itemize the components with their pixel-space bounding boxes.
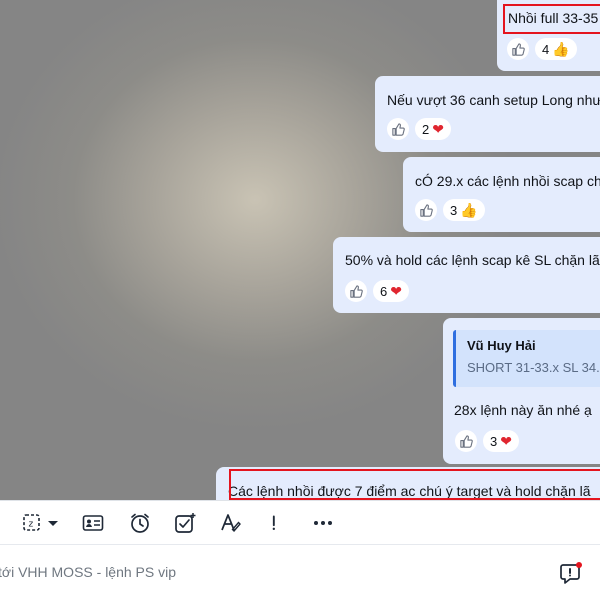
task-button[interactable] [174, 511, 196, 535]
thumbs-up-outline-icon [511, 42, 525, 56]
important-mark-icon [272, 515, 275, 530]
message-text: 50% và hold các lệnh scap kê SL chặn lã [345, 252, 600, 268]
thumbs-up-outline-icon [459, 434, 473, 448]
text-format-button[interactable] [220, 511, 242, 535]
thumbs-up-outline-icon [391, 122, 405, 136]
reaction-count: 2 [422, 121, 430, 137]
heart-icon: ❤ [500, 433, 512, 449]
svg-text:z: z [29, 520, 34, 530]
quoted-message[interactable]: Vũ Huy Hải SHORT 31-33.x SL 34. [453, 330, 600, 387]
message-text: Nếu vượt 36 canh setup Long như [387, 92, 600, 108]
reminder-clock-icon [131, 513, 149, 533]
text-format-icon [221, 514, 241, 533]
reaction-count-badge[interactable]: 3 👍 [443, 199, 485, 221]
quick-reaction-button[interactable] [560, 561, 584, 585]
screenshot-icon: z [23, 514, 40, 531]
message-bubble[interactable]: Nếu vượt 36 canh setup Long như 2 ❤ [375, 76, 600, 152]
reaction-count: 4 [542, 41, 550, 57]
reminder-button[interactable] [129, 511, 151, 535]
thumbs-up-icon: 👍 [552, 41, 570, 57]
reaction-count: 3 [450, 202, 458, 218]
mark-important-button[interactable] [268, 511, 284, 535]
highlight-box [229, 469, 600, 500]
thumbs-up-outline-icon [419, 203, 433, 217]
like-button[interactable] [507, 38, 529, 60]
message-bubble[interactable]: 50% và hold các lệnh scap kê SL chặn lã … [333, 237, 600, 313]
message-input-placeholder[interactable]: tới VHH MOSS - lệnh PS vip [0, 564, 176, 580]
message-text: 28x lệnh này ăn nhé ạ [454, 402, 592, 418]
message-composer[interactable]: tới VHH MOSS - lệnh PS vip [0, 545, 600, 600]
screenshot-options-dropdown[interactable] [47, 511, 59, 535]
contact-card-icon [82, 515, 104, 531]
more-icon [314, 521, 332, 525]
chat-message-area: Nhồi full 33-35 4 👍 Nếu vượt 36 canh set… [0, 0, 600, 500]
thumbs-up-outline-icon [349, 284, 363, 298]
like-button[interactable] [455, 430, 477, 452]
reaction-count-badge[interactable]: 4 👍 [535, 38, 577, 60]
like-button[interactable] [345, 280, 367, 302]
thumbs-up-icon: 👍 [460, 202, 478, 218]
heart-icon: ❤ [390, 283, 402, 299]
reaction-count-badge[interactable]: 6 ❤ [373, 280, 409, 302]
message-bubble[interactable]: Vũ Huy Hải SHORT 31-33.x SL 34. 28x lệnh… [443, 318, 600, 464]
message-bubble[interactable]: cÓ 29.x các lệnh nhồi scap ch 3 👍 [403, 157, 600, 232]
reaction-count-badge[interactable]: 3 ❤ [483, 430, 519, 452]
quote-text: SHORT 31-33.x SL 34. [467, 360, 600, 375]
more-options-button[interactable] [312, 511, 334, 535]
reaction-bubble-icon [560, 562, 582, 584]
contact-card-button[interactable] [82, 511, 104, 535]
composer-toolbar: z [0, 500, 600, 545]
message-text: cÓ 29.x các lệnh nhồi scap ch [415, 173, 600, 189]
highlight-box [503, 4, 600, 34]
heart-icon: ❤ [432, 121, 444, 137]
reaction-count: 6 [380, 283, 388, 299]
quote-author: Vũ Huy Hải [467, 338, 536, 353]
task-check-icon [175, 513, 196, 533]
reaction-count: 3 [490, 433, 498, 449]
reaction-count-badge[interactable]: 2 ❤ [415, 118, 451, 140]
dropdown-arrow-icon [48, 521, 58, 526]
screenshot-button[interactable]: z [22, 511, 44, 535]
like-button[interactable] [387, 118, 409, 140]
like-button[interactable] [415, 199, 437, 221]
